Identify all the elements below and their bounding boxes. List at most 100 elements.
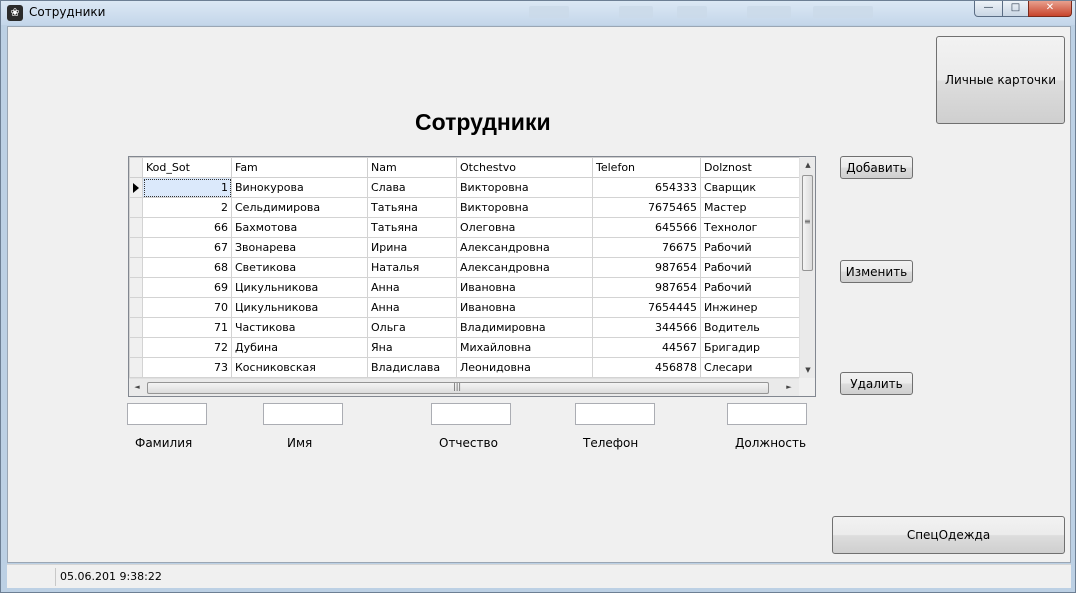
row-header[interactable]: [129, 217, 143, 238]
cell-dolznost[interactable]: Водитель: [700, 317, 800, 338]
scroll-left-icon[interactable]: ◄: [129, 379, 145, 396]
cell-nam[interactable]: Владислава: [367, 357, 457, 378]
maximize-button[interactable]: □: [1002, 1, 1029, 17]
table-row[interactable]: 66 Бахмотова Татьяна Олеговна 645566 Технолог: [129, 217, 800, 238]
cell-otchestvo[interactable]: Леонидовна: [456, 357, 593, 378]
employees-grid[interactable]: Kod_Sot Fam Nam Otchestvo Telefon Dolzno…: [128, 156, 816, 397]
row-header[interactable]: [129, 317, 143, 338]
scroll-right-icon[interactable]: ►: [781, 379, 797, 396]
column-header-nam[interactable]: Nam: [367, 157, 457, 178]
cell-otchestvo[interactable]: Владимировна: [456, 317, 593, 338]
cell-otchestvo[interactable]: Александровна: [456, 237, 593, 258]
surname-input[interactable]: [127, 403, 207, 425]
row-header[interactable]: [129, 177, 143, 198]
scroll-down-icon[interactable]: ▼: [800, 362, 815, 378]
table-row[interactable]: 1 Винокурова Слава Викторовна 654333 Сварщик: [129, 177, 800, 198]
cell-otchestvo[interactable]: Олеговна: [456, 217, 593, 238]
cell-fam[interactable]: Цикульникова: [231, 277, 368, 298]
cell-telefon[interactable]: 987654: [592, 257, 701, 278]
vertical-scrollbar[interactable]: ▲ ≡ ▼: [799, 157, 815, 378]
cell-kod-sot[interactable]: 68: [142, 257, 232, 278]
add-button[interactable]: Добавить: [840, 156, 913, 179]
cell-telefon[interactable]: 645566: [592, 217, 701, 238]
cell-kod-sot[interactable]: 66: [142, 217, 232, 238]
cell-nam[interactable]: Яна: [367, 337, 457, 358]
cell-fam[interactable]: Косниковская: [231, 357, 368, 378]
table-row[interactable]: 67 Звонарева Ирина Александровна 76675 Рабочи…: [129, 237, 800, 258]
patronymic-input[interactable]: [431, 403, 511, 425]
cell-otchestvo[interactable]: Ивановна: [456, 297, 593, 318]
cell-telefon[interactable]: 654333: [592, 177, 701, 198]
row-header[interactable]: [129, 297, 143, 318]
cell-telefon[interactable]: 987654: [592, 277, 701, 298]
table-row[interactable]: 69 Цикульникова Анна Ивановна 987654 Рабочий: [129, 277, 800, 298]
cell-fam[interactable]: Частикова: [231, 317, 368, 338]
cell-fam[interactable]: Дубина: [231, 337, 368, 358]
cell-fam[interactable]: Звонарева: [231, 237, 368, 258]
table-row[interactable]: 73 Косниковская Владислава Леонидовна 456878…: [129, 357, 800, 378]
cell-dolznost[interactable]: Сварщик: [700, 177, 800, 198]
cell-kod-sot[interactable]: 2: [142, 197, 232, 218]
cell-nam[interactable]: Анна: [367, 297, 457, 318]
personal-cards-button[interactable]: Личные карточки: [936, 36, 1065, 124]
cell-dolznost[interactable]: Мастер: [700, 197, 800, 218]
cell-telefon[interactable]: 344566: [592, 317, 701, 338]
cell-nam[interactable]: Ирина: [367, 237, 457, 258]
edit-button[interactable]: Изменить: [840, 260, 913, 283]
cell-telefon[interactable]: 44567: [592, 337, 701, 358]
cell-fam[interactable]: Светикова: [231, 257, 368, 278]
cell-otchestvo[interactable]: Викторовна: [456, 197, 593, 218]
column-header-fam[interactable]: Fam: [231, 157, 368, 178]
cell-nam[interactable]: Наталья: [367, 257, 457, 278]
cell-otchestvo[interactable]: Александровна: [456, 257, 593, 278]
cell-fam[interactable]: Бахмотова: [231, 217, 368, 238]
cell-dolznost[interactable]: Слесари: [700, 357, 800, 378]
cell-nam[interactable]: Анна: [367, 277, 457, 298]
scroll-up-icon[interactable]: ▲: [800, 157, 815, 173]
cell-telefon[interactable]: 7675465: [592, 197, 701, 218]
cell-otchestvo[interactable]: Викторовна: [456, 177, 593, 198]
close-button[interactable]: ✕: [1028, 1, 1072, 17]
cell-kod-sot[interactable]: 73: [142, 357, 232, 378]
phone-input[interactable]: [575, 403, 655, 425]
table-row[interactable]: 71 Частикова Ольга Владимировна 344566 Водите…: [129, 317, 800, 338]
row-header[interactable]: [129, 197, 143, 218]
cell-dolznost[interactable]: Инжинер: [700, 297, 800, 318]
cell-kod-sot[interactable]: 67: [142, 237, 232, 258]
row-header[interactable]: [129, 337, 143, 358]
cell-nam[interactable]: Слава: [367, 177, 457, 198]
table-row[interactable]: 68 Светикова Наталья Александровна 987654 Раб…: [129, 257, 800, 278]
table-row[interactable]: 70 Цикульникова Анна Ивановна 7654445 Инжинер: [129, 297, 800, 318]
cell-kod-sot[interactable]: 70: [142, 297, 232, 318]
title-bar[interactable]: ❀ Сотрудники — □ ✕: [1, 1, 1075, 25]
cell-dolznost[interactable]: Технолог: [700, 217, 800, 238]
row-header[interactable]: [129, 357, 143, 378]
cell-fam[interactable]: Сельдимирова: [231, 197, 368, 218]
cell-kod-sot[interactable]: 71: [142, 317, 232, 338]
column-header-dolznost[interactable]: Dolznost: [700, 157, 800, 178]
cell-telefon[interactable]: 76675: [592, 237, 701, 258]
cell-kod-sot[interactable]: 69: [142, 277, 232, 298]
cell-nam[interactable]: Татьяна: [367, 217, 457, 238]
horizontal-scrollbar[interactable]: ◄ ||| ►: [129, 378, 799, 396]
cell-otchestvo[interactable]: Михайловна: [456, 337, 593, 358]
position-input[interactable]: [727, 403, 807, 425]
row-header[interactable]: [129, 257, 143, 278]
cell-telefon[interactable]: 7654445: [592, 297, 701, 318]
cell-nam[interactable]: Ольга: [367, 317, 457, 338]
cell-otchestvo[interactable]: Ивановна: [456, 277, 593, 298]
table-row[interactable]: 2 Сельдимирова Татьяна Викторовна 7675465 Мас…: [129, 197, 800, 218]
cell-dolznost[interactable]: Бригадир: [700, 337, 800, 358]
row-header[interactable]: [129, 237, 143, 258]
cell-fam[interactable]: Цикульникова: [231, 297, 368, 318]
cell-nam[interactable]: Татьяна: [367, 197, 457, 218]
minimize-button[interactable]: —: [974, 1, 1003, 17]
cell-dolznost[interactable]: Рабочий: [700, 277, 800, 298]
cell-fam[interactable]: Винокурова: [231, 177, 368, 198]
workwear-button[interactable]: СпецОдежда: [832, 516, 1065, 554]
name-input[interactable]: [263, 403, 343, 425]
column-header-kod-sot[interactable]: Kod_Sot: [142, 157, 232, 178]
column-header-otchestvo[interactable]: Otchestvo: [456, 157, 593, 178]
table-row[interactable]: 72 Дубина Яна Михайловна 44567 Бригадир: [129, 337, 800, 358]
column-header-telefon[interactable]: Telefon: [592, 157, 701, 178]
